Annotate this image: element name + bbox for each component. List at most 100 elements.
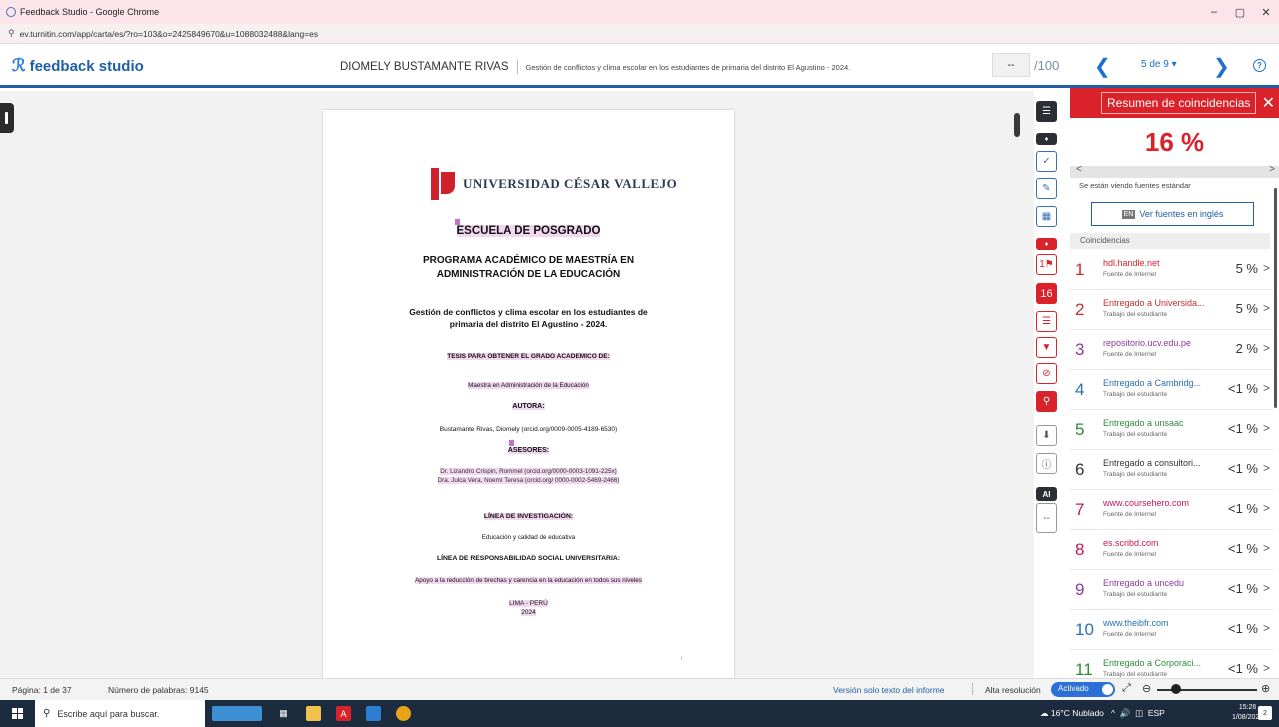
- source-name[interactable]: Entregado a uncedu: [1103, 578, 1184, 588]
- source-percent: <1 %: [1228, 501, 1258, 516]
- taskbar-search[interactable]: ⚲ Escribe aquí para buscar.: [35, 700, 205, 727]
- source-row[interactable]: 4 Entregado a Cambridg... Trabajo del estu…: [1070, 370, 1273, 410]
- source-row[interactable]: 10 www.theibfr.com Fuente de Internet <1 % >: [1070, 610, 1273, 650]
- info-icon[interactable]: ⓘ: [1036, 453, 1057, 474]
- chevron-right-icon[interactable]: >: [1263, 661, 1270, 675]
- source-percent: 5 %: [1235, 261, 1258, 276]
- zoom-out-icon[interactable]: ⊖: [1142, 682, 1151, 695]
- source-name[interactable]: Entregado a Universida...: [1103, 298, 1205, 308]
- ai-writing-label[interactable]: AI: [1036, 487, 1057, 501]
- source-row[interactable]: 6 Entregado a consultori... Trabajo del es…: [1070, 450, 1273, 490]
- minimize-button[interactable]: –: [1201, 0, 1227, 24]
- previous-paper-icon[interactable]: ❮: [1094, 54, 1111, 79]
- task-view-icon[interactable]: ▦: [276, 706, 291, 721]
- url-text[interactable]: ev.turnitin.com/app/carta/es/?ro=103&o=2…: [20, 29, 319, 39]
- file-explorer-icon[interactable]: [306, 706, 321, 721]
- panel-scrollbar[interactable]: [1274, 188, 1277, 408]
- layer-group-icon[interactable]: ♦: [1036, 133, 1057, 145]
- viewer-scrollbar[interactable]: [1014, 113, 1020, 137]
- source-name[interactable]: Entregado a Corporaci...: [1103, 658, 1201, 668]
- document-viewer[interactable]: UNIVERSIDAD CÉSAR VALLEJO ESCUELA DE POS…: [0, 91, 1034, 690]
- source-name[interactable]: es.scribd.com: [1103, 538, 1159, 548]
- source-row[interactable]: 7 www.coursehero.com Fuente de Internet <1 …: [1070, 490, 1273, 530]
- source-name[interactable]: www.coursehero.com: [1103, 498, 1189, 508]
- source-name[interactable]: www.theibfr.com: [1103, 618, 1169, 628]
- source-percent: <1 %: [1228, 661, 1258, 676]
- mail-app-icon[interactable]: [366, 706, 381, 721]
- language-indicator[interactable]: ESP: [1148, 708, 1165, 718]
- chrome-icon[interactable]: [396, 706, 411, 721]
- maximize-button[interactable]: ▢: [1227, 0, 1253, 24]
- tray-chevron-icon[interactable]: ^: [1111, 708, 1115, 718]
- similarity-layer-icon[interactable]: ♦: [1036, 238, 1057, 250]
- source-comparison-icon[interactable]: ⚲: [1036, 391, 1057, 412]
- address-bar[interactable]: ⚲ ev.turnitin.com/app/carta/es/?ro=103&o…: [0, 24, 1279, 44]
- source-number: 7: [1075, 500, 1085, 519]
- volume-icon[interactable]: 🔊: [1120, 708, 1131, 718]
- edit-comment-icon[interactable]: ✎: [1036, 178, 1057, 199]
- english-badge: EN: [1121, 209, 1136, 219]
- download-icon[interactable]: ⬇: [1036, 425, 1057, 446]
- source-row[interactable]: 5 Entregado a unsaac Trabajo del estudiant…: [1070, 410, 1273, 450]
- comment-marker-icon[interactable]: [509, 440, 514, 446]
- zoom-in-icon[interactable]: ⊕: [1261, 682, 1270, 695]
- site-info-icon[interactable]: ⚲: [8, 28, 15, 39]
- flags-count-button[interactable]: 1 ⚑: [1036, 254, 1057, 275]
- panel-prev-icon[interactable]: <: [1076, 164, 1082, 175]
- panel-next-icon[interactable]: >: [1269, 164, 1275, 175]
- thesis-title: Gestión de conflictos y clima escolar en…: [409, 307, 648, 329]
- chevron-right-icon[interactable]: >: [1263, 461, 1270, 475]
- close-panel-icon[interactable]: ✕: [1262, 93, 1275, 113]
- english-sources-button[interactable]: EN Ver fuentes en inglés: [1091, 202, 1254, 226]
- page-number: i: [680, 656, 682, 662]
- social-line: Apoyo a la reducción de brechas y carenc…: [415, 577, 642, 584]
- similarity-score-button[interactable]: 16: [1036, 283, 1057, 304]
- chevron-right-icon[interactable]: >: [1263, 501, 1270, 515]
- all-sources-icon[interactable]: ☰: [1036, 311, 1057, 332]
- ai-score-button[interactable]: --: [1036, 503, 1057, 533]
- chevron-right-icon[interactable]: >: [1263, 261, 1270, 275]
- fullscreen-icon[interactable]: ⤢: [1122, 682, 1131, 695]
- source-name[interactable]: repositorio.ucv.edu.pe: [1103, 338, 1191, 348]
- grade-input[interactable]: --: [992, 53, 1030, 77]
- chevron-right-icon[interactable]: >: [1263, 581, 1270, 595]
- source-row[interactable]: 1 hdl.handle.net Fuente de Internet 5 % >: [1070, 250, 1273, 290]
- source-row[interactable]: 9 Entregado a uncedu Trabajo del estudiant…: [1070, 570, 1273, 610]
- pdf-reader-icon[interactable]: A: [336, 706, 351, 721]
- layers-icon[interactable]: ☰: [1036, 101, 1057, 122]
- source-name[interactable]: Entregado a Cambridg...: [1103, 378, 1201, 388]
- source-name[interactable]: hdl.handle.net: [1103, 258, 1160, 268]
- source-row[interactable]: 2 Entregado a Universida... Trabajo del es…: [1070, 290, 1273, 330]
- degree-heading: TESIS PARA OBTENER EL GRADO ACADEMICO DE…: [447, 353, 610, 360]
- chevron-right-icon[interactable]: >: [1263, 541, 1270, 555]
- chevron-right-icon[interactable]: >: [1263, 301, 1270, 315]
- zoom-slider-handle[interactable]: [1171, 684, 1181, 694]
- source-row[interactable]: 3 repositorio.ucv.edu.pe Fuente de Interne…: [1070, 330, 1273, 370]
- source-row[interactable]: 8 es.scribd.com Fuente de Internet <1 % >: [1070, 530, 1273, 570]
- system-tray[interactable]: ☁ 16°C Nublado ^ 🔊 ◫ ESP: [1040, 708, 1165, 719]
- side-panel-toggle[interactable]: [0, 103, 14, 133]
- exclude-sources-icon[interactable]: ⊘: [1036, 363, 1057, 384]
- grading-icon[interactable]: ✓: [1036, 151, 1057, 172]
- chevron-right-icon[interactable]: >: [1263, 381, 1270, 395]
- filter-icon[interactable]: ▼: [1036, 337, 1057, 358]
- chevron-right-icon[interactable]: >: [1263, 341, 1270, 355]
- paper-title: Gestión de conflictos y clima escolar en…: [525, 62, 851, 72]
- high-res-toggle[interactable]: Activado: [1051, 682, 1115, 697]
- network-icon[interactable]: ◫: [1135, 708, 1143, 718]
- chevron-right-icon[interactable]: >: [1263, 621, 1270, 635]
- notifications-icon[interactable]: 2: [1258, 706, 1272, 720]
- source-name[interactable]: Entregado a consultori...: [1103, 458, 1201, 468]
- chevron-right-icon[interactable]: >: [1263, 421, 1270, 435]
- text-only-report-link[interactable]: Versión solo texto del informe: [833, 685, 945, 695]
- close-window-button[interactable]: ✕: [1253, 0, 1279, 24]
- browser-titlebar: Feedback Studio - Google Chrome – ▢ ✕: [0, 0, 1279, 24]
- news-widget-icon[interactable]: [212, 706, 262, 721]
- rubric-grid-icon[interactable]: ▦: [1036, 206, 1057, 227]
- paper-selector[interactable]: 5 de 9 ▾: [1141, 59, 1177, 70]
- help-icon[interactable]: ?: [1253, 59, 1266, 72]
- viewing-sources-label: Se están viendo fuentes estándar: [1079, 181, 1191, 190]
- source-name[interactable]: Entregado a unsaac: [1103, 418, 1184, 428]
- windows-start-icon[interactable]: [12, 708, 23, 719]
- next-paper-icon[interactable]: ❯: [1213, 54, 1230, 79]
